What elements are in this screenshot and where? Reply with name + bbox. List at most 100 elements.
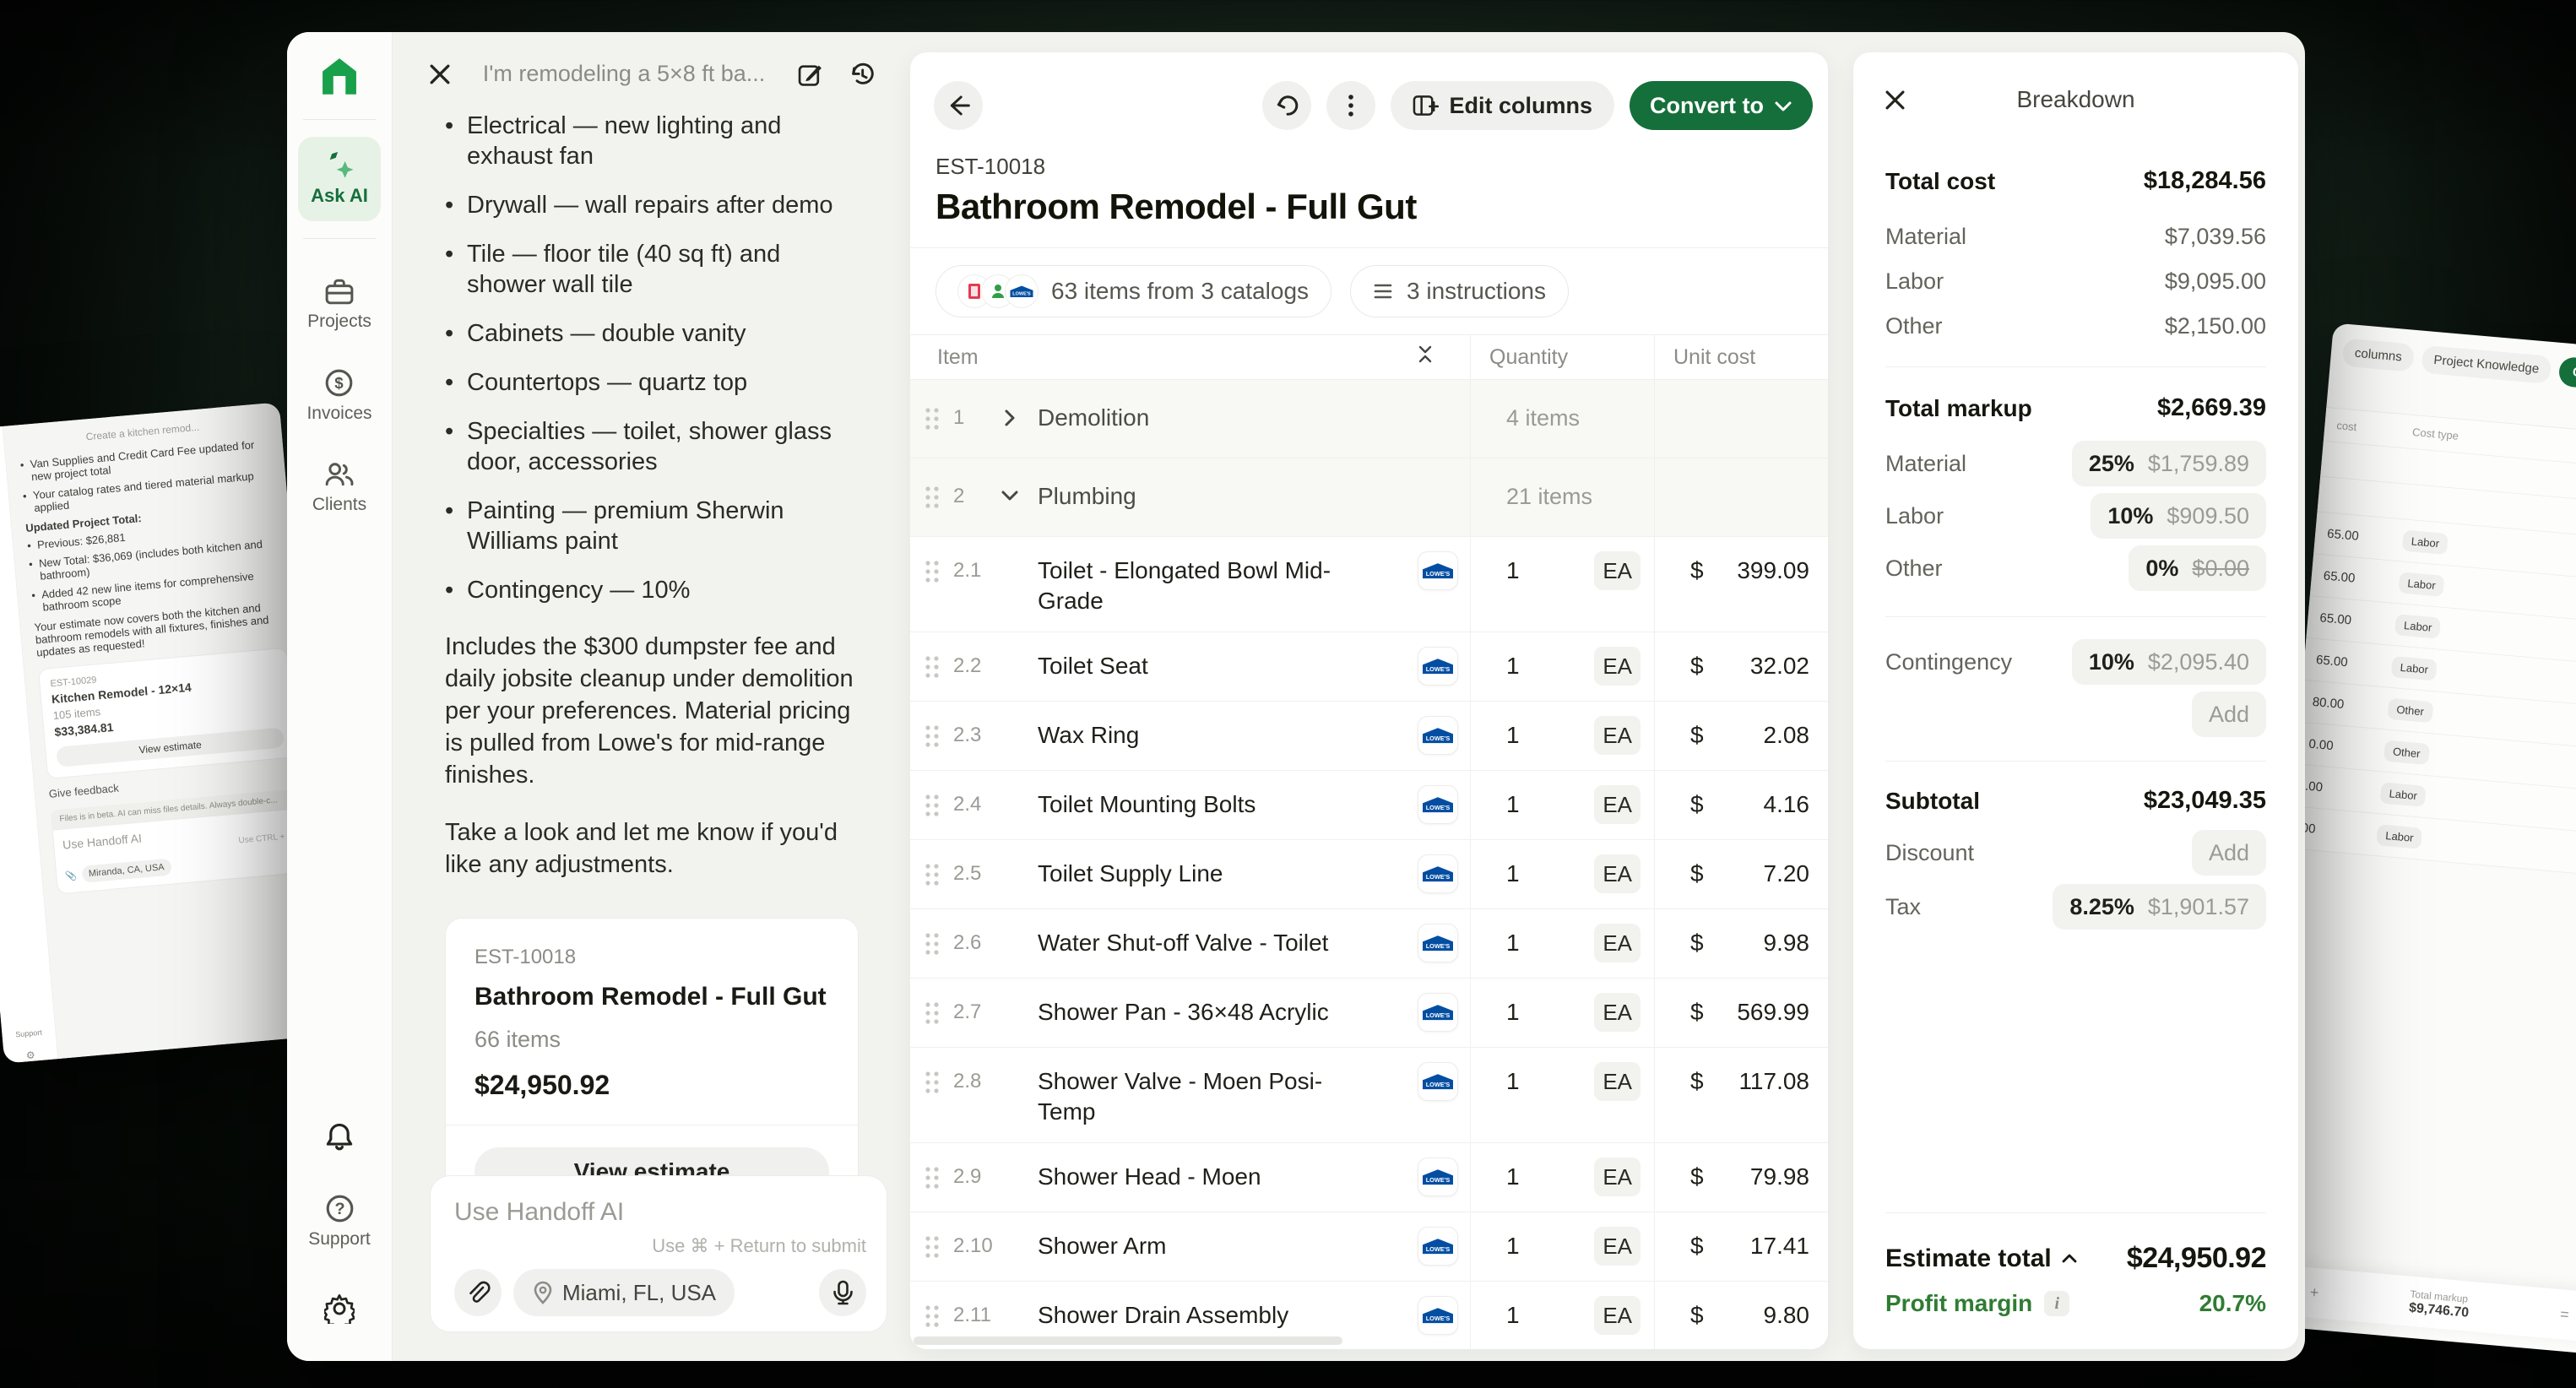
sidebar-item-invoices[interactable]: Invoices [306,369,371,424]
quantity-value[interactable]: 1 [1506,1231,1520,1261]
table-item-row[interactable]: 2.5 Toilet Supply Line 1 EA $ 7.20 [910,840,1828,909]
edit-columns-button[interactable]: Edit columns [1391,81,1614,130]
close-breakdown-button[interactable] [1885,90,1905,110]
quantity-value[interactable]: 1 [1506,1162,1520,1192]
unit-chip[interactable]: EA [1594,854,1641,893]
unit-cost-value[interactable]: 32.02 [1750,651,1809,681]
lowes-vendor-badge[interactable] [1418,1227,1458,1266]
drag-handle-icon[interactable] [925,863,946,891]
lowes-vendor-badge[interactable] [1418,1158,1458,1196]
quantity-value[interactable]: 1 [1506,859,1520,889]
drag-handle-icon[interactable] [925,655,946,683]
sidebar-item-support[interactable]: Support [308,1195,371,1250]
new-chat-button[interactable] [798,62,823,87]
undo-button[interactable] [1262,81,1311,130]
add-discount-button[interactable]: Add [2192,830,2266,876]
lowes-vendor-badge[interactable] [1418,647,1458,686]
collapse-all-icon[interactable] [1418,345,1433,370]
unit-cost-value[interactable]: 2.08 [1764,720,1810,751]
lowes-vendor-badge[interactable] [1418,1296,1458,1335]
table-item-row[interactable]: 2.7 Shower Pan - 36×48 Acrylic 1 EA $ 56… [910,979,1828,1048]
settings-button[interactable] [324,1293,355,1324]
unit-chip[interactable]: EA [1594,551,1641,590]
add-contingency-button[interactable]: Add [2192,691,2266,737]
unit-cost-value[interactable]: 79.98 [1750,1162,1809,1192]
table-item-row[interactable]: 2.1 Toilet - Elongated Bowl Mid-Grade 1 … [910,537,1828,632]
lowes-vendor-badge[interactable] [1418,993,1458,1032]
lowes-vendor-badge[interactable] [1418,854,1458,893]
table-group-row[interactable]: 2 Plumbing 21 items [910,458,1828,537]
unit-cost-value[interactable]: 17.41 [1750,1231,1809,1261]
unit-chip[interactable]: EA [1594,785,1641,824]
drag-handle-icon[interactable] [925,1235,946,1263]
quantity-value[interactable]: 1 [1506,789,1520,820]
chat-input[interactable] [454,1198,866,1227]
quantity-value[interactable]: 1 [1506,997,1520,1027]
quantity-value[interactable]: 1 [1506,651,1520,681]
unit-cost-value[interactable]: 7.20 [1764,859,1810,889]
unit-chip[interactable]: EA [1594,1227,1641,1266]
unit-chip[interactable]: EA [1594,1062,1641,1101]
voice-input-button[interactable] [819,1269,866,1316]
drag-handle-icon[interactable] [925,932,946,960]
table-group-row[interactable]: 1 Demolition 4 items [910,380,1828,458]
sidebar-item-projects[interactable]: Projects [307,278,371,332]
handoff-logo[interactable] [315,54,364,102]
group-chevron-icon[interactable] [1001,487,1038,502]
table-item-row[interactable]: 2.9 Shower Head - Moen 1 EA $ 79.98 [910,1143,1828,1212]
drag-handle-icon[interactable] [925,724,946,752]
other-markup-pill[interactable]: 0%$0.00 [2129,545,2266,591]
lowes-vendor-badge[interactable] [1418,716,1458,755]
back-button[interactable] [934,81,983,130]
quantity-value[interactable]: 1 [1506,1066,1520,1097]
unit-chip[interactable]: EA [1594,716,1641,755]
table-item-row[interactable]: 2.3 Wax Ring 1 EA $ 2.08 [910,702,1828,771]
info-icon[interactable]: i [2044,1291,2069,1316]
group-chevron-icon[interactable] [1001,409,1038,427]
unit-chip[interactable]: EA [1594,1296,1641,1335]
close-chat-button[interactable] [430,64,450,84]
attach-file-button[interactable] [454,1269,502,1316]
quantity-value[interactable]: 1 [1506,928,1520,958]
table-item-row[interactable]: 2.10 Shower Arm 1 EA $ 17.41 [910,1212,1828,1282]
quantity-value[interactable]: 1 [1506,1300,1520,1331]
chat-history-button[interactable] [849,62,874,87]
unit-cost-value[interactable]: 117.08 [1738,1066,1809,1097]
drag-handle-icon[interactable] [925,485,946,513]
instructions-badge[interactable]: 3 instructions [1350,265,1569,317]
lowes-vendor-badge[interactable] [1418,924,1458,962]
table-item-row[interactable]: 2.2 Toilet Seat 1 EA $ 32.02 [910,632,1828,702]
unit-chip[interactable]: EA [1594,1158,1641,1196]
drag-handle-icon[interactable] [925,1304,946,1332]
chat-title[interactable]: I'm remodeling a 5×8 ft ba... [475,61,773,87]
material-markup-pill[interactable]: 25%$1,759.89 [2072,441,2266,486]
quantity-value[interactable]: 1 [1506,556,1520,586]
drag-handle-icon[interactable] [925,407,946,435]
unit-chip[interactable]: EA [1594,647,1641,686]
sidebar-item-clients[interactable]: Clients [312,461,366,515]
unit-cost-value[interactable]: 9.80 [1764,1300,1810,1331]
unit-chip[interactable]: EA [1594,924,1641,962]
more-options-button[interactable] [1326,81,1375,130]
unit-cost-value[interactable]: 399.09 [1737,556,1809,586]
drag-handle-icon[interactable] [925,560,946,588]
unit-cost-value[interactable]: 9.98 [1764,928,1810,958]
notifications-button[interactable] [325,1122,354,1151]
convert-to-button[interactable]: Convert to [1630,81,1813,130]
drag-handle-icon[interactable] [925,794,946,821]
tax-pill[interactable]: 8.25%$1,901.57 [2053,884,2266,930]
table-item-row[interactable]: 2.6 Water Shut-off Valve - Toilet 1 EA $… [910,909,1828,979]
estimate-total-toggle[interactable]: Estimate total [1885,1244,2077,1273]
drag-handle-icon[interactable] [925,1166,946,1194]
horizontal-scrollbar[interactable] [914,1336,1342,1345]
catalogs-badge[interactable]: 63 items from 3 catalogs [935,265,1331,317]
labor-markup-pill[interactable]: 10%$909.50 [2091,493,2266,539]
unit-cost-value[interactable]: 569.99 [1737,997,1809,1027]
quantity-value[interactable]: 1 [1506,720,1520,751]
table-item-row[interactable]: 2.8 Shower Valve - Moen Posi-Temp 1 EA $… [910,1048,1828,1143]
location-chip[interactable]: Miami, FL, USA [513,1269,735,1316]
contingency-pill[interactable]: 10%$2,095.40 [2072,639,2266,685]
unit-cost-value[interactable]: 4.16 [1764,789,1810,820]
drag-handle-icon[interactable] [925,1071,946,1098]
sidebar-item-ask-ai[interactable]: Ask AI [298,137,381,221]
